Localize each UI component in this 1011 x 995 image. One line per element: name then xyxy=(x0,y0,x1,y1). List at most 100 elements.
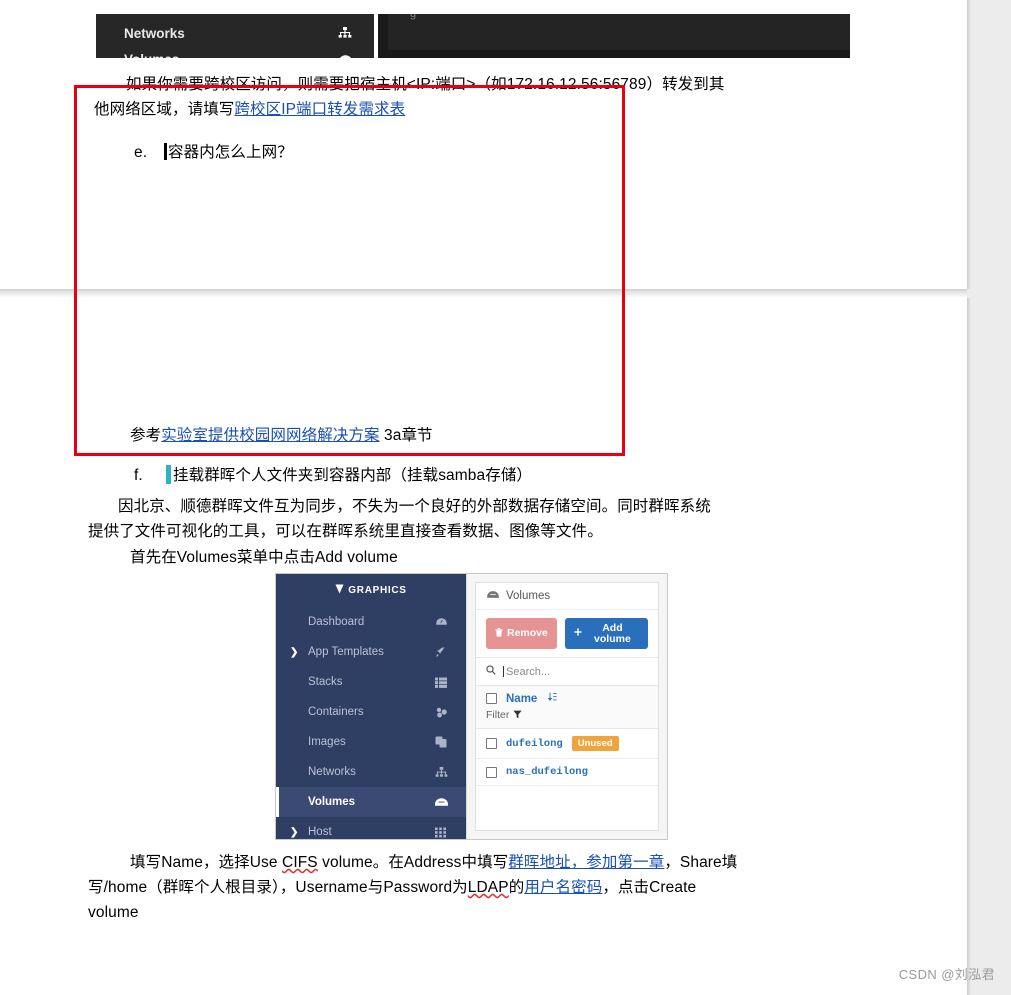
page-break-gap xyxy=(0,289,967,298)
pb-seg2-cifs: CIFS xyxy=(282,854,318,871)
filter-label: Filter xyxy=(486,709,510,721)
embedded-portainer-screenshot: GRAPHICS Dashboard ❯ App Templates Stack… xyxy=(275,573,668,840)
screenshot-root: Networks Volumes xyxy=(0,0,1011,995)
pb-seg7: 的 xyxy=(508,879,525,896)
list-item-f: f. 挂载群晖个人文件夹到容器内部（挂载samba存储） xyxy=(134,463,754,488)
funnel-icon[interactable] xyxy=(513,706,522,724)
network-tree-icon xyxy=(336,27,354,39)
link-campus-network-solution[interactable]: 实验室提供校园网网络解决方案 xyxy=(161,427,379,444)
list-marker-e: e. xyxy=(134,144,148,161)
list-marker-f: f. xyxy=(134,467,143,484)
dark-nav-label-networks: Networks xyxy=(124,25,185,41)
cropped-dark-ghost-text: g xyxy=(410,14,417,20)
p-cross-line2: 他网络区域，请填写 xyxy=(94,101,235,118)
column-header-name[interactable]: Name xyxy=(506,693,537,705)
table-row[interactable]: dufeilong Unused xyxy=(476,729,658,759)
volumes-card-title: Volumes xyxy=(476,583,658,610)
sidebar-label-networks: Networks xyxy=(308,766,356,778)
row-checkbox[interactable] xyxy=(486,738,497,749)
page-edge-shadow-bottom xyxy=(967,298,971,995)
dashboard-icon xyxy=(432,617,450,628)
cropped-dark-sidebar: Networks Volumes xyxy=(96,14,374,58)
rocket-icon xyxy=(432,646,450,658)
cropped-dark-screenshot: Networks Volumes xyxy=(96,14,850,58)
chevron-right-icon: ❯ xyxy=(290,826,299,838)
status-badge: Unused xyxy=(571,736,619,751)
reference-prefix: 参考 xyxy=(130,427,162,444)
images-icon xyxy=(432,736,450,748)
p-cross-line1: 如果你需要跨校区访问，则需要把宿主机<IP:端口>（如172.16.12.56:… xyxy=(126,76,725,93)
portainer-main-panel: Volumes Remove Add volume Search... Name… xyxy=(466,574,667,839)
network-tree-icon xyxy=(432,766,450,778)
volume-icon xyxy=(336,54,354,58)
search-text-caret xyxy=(503,666,504,677)
host-grid-icon xyxy=(432,827,450,838)
pb-seg8: ，点击Create xyxy=(602,879,697,896)
dark-nav-item-networks[interactable]: Networks xyxy=(96,20,374,46)
dark-nav-label-volumes: Volumes xyxy=(124,52,336,59)
stacks-icon xyxy=(432,677,450,688)
sidebar-label-images: Images xyxy=(308,736,346,748)
cropped-dark-main: g xyxy=(378,14,850,58)
p-sync-line2: 提供了文件可视化的工具，可以在群晖系统里直接查看数据、图像等文件。 xyxy=(88,523,603,540)
volume-icon xyxy=(432,797,450,807)
sort-icon[interactable] xyxy=(548,692,557,705)
volumes-header-row: Name xyxy=(486,692,648,705)
p-sync-line1: 因北京、顺德群晖文件互为同步，不失为一个良好的外部数据存储空间。同时群晖系统 xyxy=(118,498,711,515)
volumes-search-row[interactable]: Search... xyxy=(476,658,658,686)
reference-suffix: 3a章节 xyxy=(379,427,433,444)
p-first-text: 首先在Volumes菜单中点击Add volume xyxy=(130,549,398,566)
row-checkbox[interactable] xyxy=(486,766,497,778)
cropped-dark-card: g xyxy=(388,14,850,50)
portainer-sidebar: GRAPHICS Dashboard ❯ App Templates Stack… xyxy=(276,574,466,839)
link-port-forward-form[interactable]: 跨校区IP端口转发需求表 xyxy=(234,101,405,118)
add-volume-button[interactable]: Add volume xyxy=(564,618,648,649)
sidebar-label-volumes: Volumes xyxy=(308,796,356,808)
volumes-action-bar: Remove Add volume xyxy=(476,610,658,658)
remove-volume-label: Remove xyxy=(507,627,548,640)
page-edge-shadow-top xyxy=(967,0,971,289)
sidebar-item-images[interactable]: Images xyxy=(276,727,466,757)
portainer-brand-label: GRAPHICS xyxy=(348,585,407,596)
pb-seg5: 写/home（群晖个人根目录），Username与Password为 xyxy=(88,879,468,896)
pb-seg4: ，Share填 xyxy=(664,854,738,871)
link-username-password[interactable]: 用户名密码 xyxy=(524,879,602,896)
table-row[interactable]: nas_dufeilong xyxy=(476,759,658,786)
volumes-card-title-label: Volumes xyxy=(506,590,551,602)
paragraph-create-volume-steps: 填写Name，选择Use CIFS volume。在Address中填写群晖地址… xyxy=(88,850,858,925)
search-icon xyxy=(486,665,496,678)
volume-name[interactable]: nas_dufeilong xyxy=(506,766,588,778)
pb-seg3: volume。在Address中填写 xyxy=(317,854,509,871)
chevron-right-icon: ❯ xyxy=(290,646,299,658)
dark-nav-item-volumes[interactable]: Volumes xyxy=(96,46,374,58)
volume-name[interactable]: dufeilong xyxy=(506,738,563,750)
add-volume-label: Add volume xyxy=(594,622,631,645)
text-caret-black xyxy=(164,143,167,160)
paragraph-first-step: 首先在Volumes菜单中点击Add volume xyxy=(130,545,398,570)
sidebar-item-containers[interactable]: Containers xyxy=(276,697,466,727)
volumes-filter-row[interactable]: Filter xyxy=(486,706,648,724)
paragraph-cross-campus-access: 如果你需要跨校区访问，则需要把宿主机<IP:端口>（如172.16.12.56:… xyxy=(94,72,854,122)
list-item-f-text: 挂载群晖个人文件夹到容器内部（挂载samba存储） xyxy=(173,467,533,484)
sidebar-label-dashboard: Dashboard xyxy=(308,616,365,628)
pb-seg9: volume xyxy=(88,904,139,921)
link-synology-address[interactable]: 群晖地址，参加第一章 xyxy=(508,854,664,871)
volumes-card: Volumes Remove Add volume Search... Name… xyxy=(475,582,659,831)
table-empty-space xyxy=(476,786,658,830)
sidebar-item-stacks[interactable]: Stacks xyxy=(276,667,466,697)
sidebar-label-stacks: Stacks xyxy=(308,676,343,688)
text-caret-teal xyxy=(166,465,171,484)
sidebar-item-app-templates[interactable]: ❯ App Templates xyxy=(276,637,466,667)
search-input[interactable]: Search... xyxy=(506,666,550,678)
pb-seg6-ldap: LDAP xyxy=(467,879,509,896)
sidebar-label-app-templates: App Templates xyxy=(308,646,384,658)
pb-seg1: 填写Name，选择Use xyxy=(130,854,283,871)
sidebar-item-dashboard[interactable]: Dashboard xyxy=(276,607,466,637)
select-all-checkbox[interactable] xyxy=(486,693,497,704)
sidebar-item-host[interactable]: ❯ Host xyxy=(276,817,466,839)
sidebar-item-volumes[interactable]: Volumes xyxy=(276,787,466,817)
sidebar-item-networks[interactable]: Networks xyxy=(276,757,466,787)
remove-volume-button[interactable]: Remove xyxy=(486,618,557,649)
trash-icon xyxy=(495,627,503,640)
volume-icon xyxy=(486,590,500,602)
